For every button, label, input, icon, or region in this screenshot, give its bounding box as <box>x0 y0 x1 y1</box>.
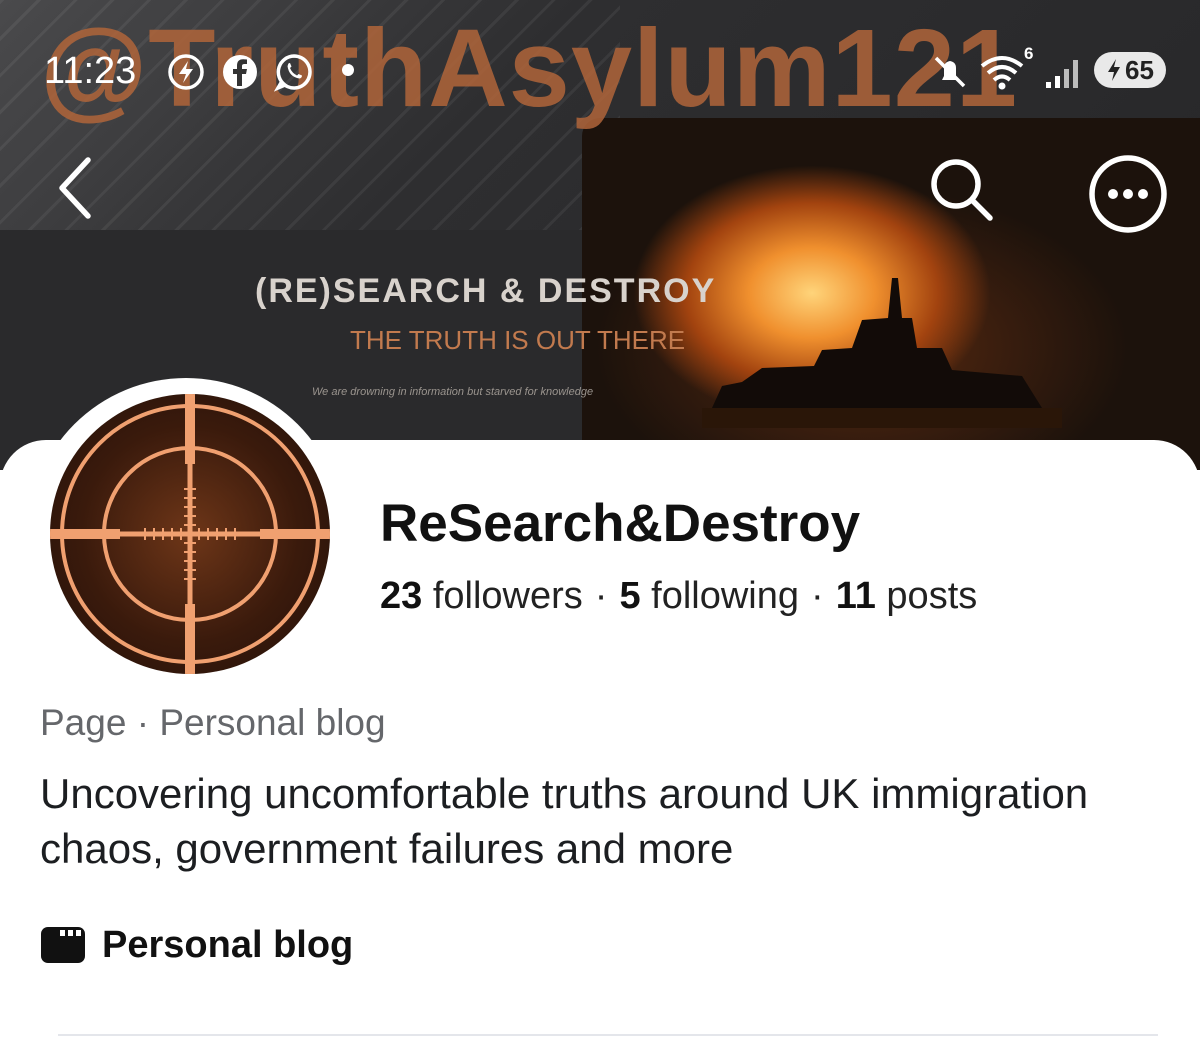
posts-label: posts <box>886 575 978 617</box>
back-button[interactable] <box>52 152 116 224</box>
status-bar: 11:23 6 65 <box>0 0 1200 140</box>
category-type: Page <box>40 702 127 743</box>
crosshair-logo-icon <box>50 394 330 674</box>
more-options-button[interactable] <box>1086 152 1170 236</box>
posts-count: 11 <box>835 575 876 617</box>
warship-silhouette <box>702 278 1062 428</box>
section-divider <box>58 1034 1158 1036</box>
profile-stats: 23 followers · 5 following · 11 posts <box>380 575 977 618</box>
facebook-notification-icon <box>223 55 257 89</box>
followers-label: followers <box>432 575 583 617</box>
search-icon <box>931 159 993 221</box>
separator-dot: · <box>811 575 824 617</box>
page-bio: Uncovering uncomfortable truths around U… <box>40 770 1089 872</box>
status-time: 11:23 <box>44 50 137 92</box>
search-button[interactable] <box>924 152 1000 228</box>
following-count: 5 <box>619 575 641 617</box>
network-type-label: 6 <box>1024 44 1034 63</box>
separator-dot: · <box>136 702 150 743</box>
profile-avatar[interactable] <box>50 394 330 674</box>
category-name: Personal blog <box>159 702 386 743</box>
cover-subtitle: THE TRUTH IS OUT THERE <box>350 325 686 355</box>
detail-item-category: Personal blog <box>40 922 353 968</box>
charging-bolt-icon <box>1108 59 1121 81</box>
mute-icon <box>934 56 966 88</box>
following-label: following <box>651 575 800 617</box>
separator-dot: · <box>594 575 608 617</box>
blog-icon <box>41 927 85 963</box>
messenger-notification-icon <box>168 54 204 90</box>
whatsapp-notification-icon <box>274 54 312 92</box>
page-category: Page · Personal blog <box>40 702 386 744</box>
followers-count: 23 <box>380 575 423 617</box>
notification-dot-icon <box>342 64 354 76</box>
followers-link[interactable]: 23 followers <box>380 575 583 617</box>
signal-strength-icon <box>1046 60 1078 88</box>
posts-link[interactable]: 11 posts <box>836 575 978 617</box>
cover-title: (RE)SEARCH & DESTROY <box>255 272 717 310</box>
chevron-left-icon <box>59 157 91 219</box>
cover-tagline: We are drowning in information but starv… <box>312 386 594 398</box>
battery-indicator: 65 <box>1094 52 1166 88</box>
more-horizontal-icon <box>1089 155 1167 233</box>
battery-level: 65 <box>1125 54 1154 85</box>
page-title: ReSearch&Destroy <box>380 494 861 553</box>
wifi-icon <box>980 56 1024 90</box>
following-link[interactable]: 5 following <box>619 575 799 617</box>
detail-label: Personal blog <box>102 923 354 966</box>
